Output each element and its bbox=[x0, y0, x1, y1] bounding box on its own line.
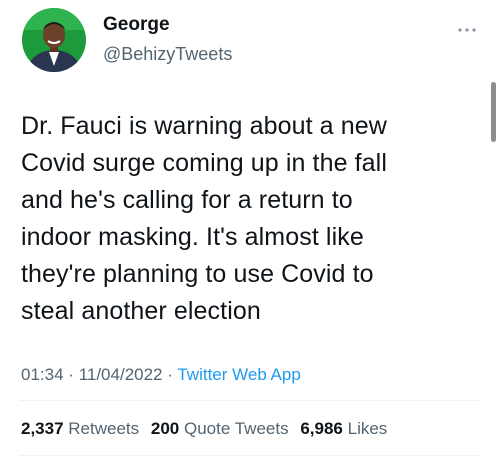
scrollbar[interactable] bbox=[491, 82, 496, 142]
tweet-source-link[interactable]: Twitter Web App bbox=[177, 365, 300, 384]
retweets-label: Retweets bbox=[68, 419, 140, 438]
user-handle[interactable]: @BehizyTweets bbox=[103, 43, 232, 65]
tweet-date[interactable]: 11/04/2022 bbox=[79, 365, 163, 384]
retweets-stat[interactable]: 2,337 Retweets bbox=[21, 419, 139, 438]
divider bbox=[20, 400, 480, 401]
divider bbox=[20, 455, 480, 456]
likes-label: Likes bbox=[347, 419, 388, 438]
tweet-text: Dr. Fauci is warning about a new Covid s… bbox=[21, 112, 387, 325]
avatar-image bbox=[22, 8, 86, 72]
more-options-icon[interactable] bbox=[452, 22, 482, 38]
avatar[interactable] bbox=[22, 8, 86, 72]
meta-separator: · bbox=[68, 365, 74, 384]
likes-count: 6,986 bbox=[300, 419, 343, 438]
meta-separator: · bbox=[167, 365, 173, 384]
tweet-meta: 01:34 · 11/04/2022 · Twitter Web App bbox=[21, 364, 301, 386]
tweet-card: George @BehizyTweets Dr. Fauci is warnin… bbox=[0, 0, 500, 458]
quote-tweets-stat[interactable]: 200 Quote Tweets bbox=[151, 419, 289, 438]
display-name[interactable]: George bbox=[103, 14, 170, 36]
likes-stat[interactable]: 6,986 Likes bbox=[300, 419, 387, 438]
tweet-stats: 2,337 Retweets 200 Quote Tweets 6,986 Li… bbox=[21, 418, 394, 440]
quotes-label: Quote Tweets bbox=[184, 419, 289, 438]
quotes-count: 200 bbox=[150, 419, 180, 438]
tweet-time[interactable]: 01:34 bbox=[21, 365, 64, 384]
retweets-count: 2,337 bbox=[21, 419, 64, 438]
